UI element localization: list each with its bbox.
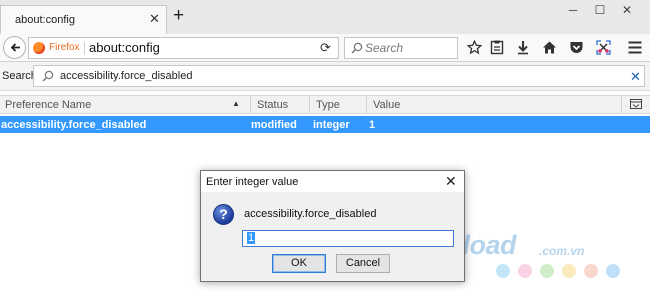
integer-value-text: 1 bbox=[247, 232, 256, 244]
search-placeholder: Search bbox=[365, 41, 404, 55]
dialog-title: Enter integer value bbox=[206, 176, 299, 188]
pocket-icon[interactable] bbox=[568, 39, 585, 56]
row-value: 1 bbox=[369, 119, 376, 131]
search-bar[interactable]: Search bbox=[344, 37, 458, 59]
screenshot-extension-icon[interactable] bbox=[595, 39, 612, 56]
integer-value-dialog: Enter integer value ✕ ? accessibility.fo… bbox=[200, 170, 465, 282]
column-picker-icon[interactable] bbox=[630, 98, 642, 110]
sort-ascending-icon: ▲ bbox=[232, 99, 240, 108]
watermark-dot bbox=[584, 264, 598, 278]
download-icon[interactable] bbox=[514, 39, 531, 56]
url-bar[interactable]: Firefox about:config ⟳ bbox=[28, 37, 339, 59]
home-icon[interactable] bbox=[541, 39, 558, 56]
watermark-dot bbox=[518, 264, 532, 278]
firefox-logo-icon bbox=[33, 42, 45, 54]
identity-label: Firefox bbox=[49, 42, 80, 53]
watermark-dot bbox=[496, 264, 510, 278]
bookmark-star-icon[interactable] bbox=[466, 39, 483, 56]
minimize-icon[interactable]: ─ bbox=[565, 3, 581, 17]
table-row[interactable]: accessibility.force_disabled modified in… bbox=[0, 116, 650, 133]
tab-strip: about:config ✕ + ─ ☐ ✕ bbox=[0, 0, 650, 34]
config-search-row: Search: accessibility.force_disabled ✕ bbox=[0, 62, 650, 91]
hamburger-menu-icon[interactable] bbox=[626, 39, 643, 56]
dialog-message: accessibility.force_disabled bbox=[244, 208, 377, 220]
clear-search-icon[interactable]: ✕ bbox=[630, 69, 641, 85]
search-icon bbox=[351, 42, 363, 54]
back-arrow-icon bbox=[11, 43, 20, 52]
url-text[interactable]: about:config bbox=[89, 40, 160, 55]
navigation-toolbar: Firefox about:config ⟳ Search bbox=[0, 34, 650, 62]
reading-list-icon[interactable] bbox=[488, 39, 505, 56]
tab-close-icon[interactable]: ✕ bbox=[149, 11, 160, 27]
column-label: Value bbox=[373, 99, 401, 111]
cancel-button[interactable]: Cancel bbox=[336, 254, 390, 273]
row-status: modified bbox=[251, 119, 297, 131]
watermark-dot bbox=[562, 264, 576, 278]
back-button[interactable] bbox=[3, 36, 26, 59]
config-search-input[interactable]: accessibility.force_disabled ✕ bbox=[33, 65, 645, 87]
window-close-icon[interactable]: ✕ bbox=[619, 3, 635, 17]
tab-title: about:config bbox=[15, 14, 75, 26]
column-status[interactable]: Status bbox=[252, 96, 310, 113]
integer-value-input[interactable]: 1 bbox=[242, 230, 454, 247]
watermark-domain: .com.vn bbox=[539, 244, 585, 258]
watermark-dot bbox=[540, 264, 554, 278]
config-search-value: accessibility.force_disabled bbox=[60, 70, 193, 82]
watermark-dot bbox=[606, 264, 620, 278]
url-separator bbox=[84, 42, 85, 55]
column-label: Type bbox=[316, 99, 340, 111]
column-label: Status bbox=[257, 99, 289, 111]
question-icon: ? bbox=[213, 204, 234, 225]
filter-search-icon bbox=[42, 70, 54, 82]
new-tab-plus-icon[interactable]: + bbox=[173, 6, 184, 25]
row-type: integer bbox=[313, 119, 350, 131]
column-value[interactable]: Value bbox=[368, 96, 622, 113]
dialog-titlebar[interactable]: Enter integer value ✕ bbox=[201, 171, 464, 192]
ok-button[interactable]: OK bbox=[272, 254, 326, 273]
maximize-icon[interactable]: ☐ bbox=[592, 3, 608, 17]
dialog-close-icon[interactable]: ✕ bbox=[445, 173, 457, 190]
row-preference-name: accessibility.force_disabled bbox=[1, 119, 147, 131]
reload-icon[interactable]: ⟳ bbox=[320, 40, 331, 56]
column-header: Preference Name ▲ Status Type Value bbox=[0, 95, 650, 114]
column-label: Preference Name bbox=[5, 99, 92, 111]
column-type[interactable]: Type bbox=[311, 96, 367, 113]
tab-about-config[interactable]: about:config ✕ bbox=[0, 5, 167, 34]
column-preference-name[interactable]: Preference Name bbox=[0, 96, 251, 113]
